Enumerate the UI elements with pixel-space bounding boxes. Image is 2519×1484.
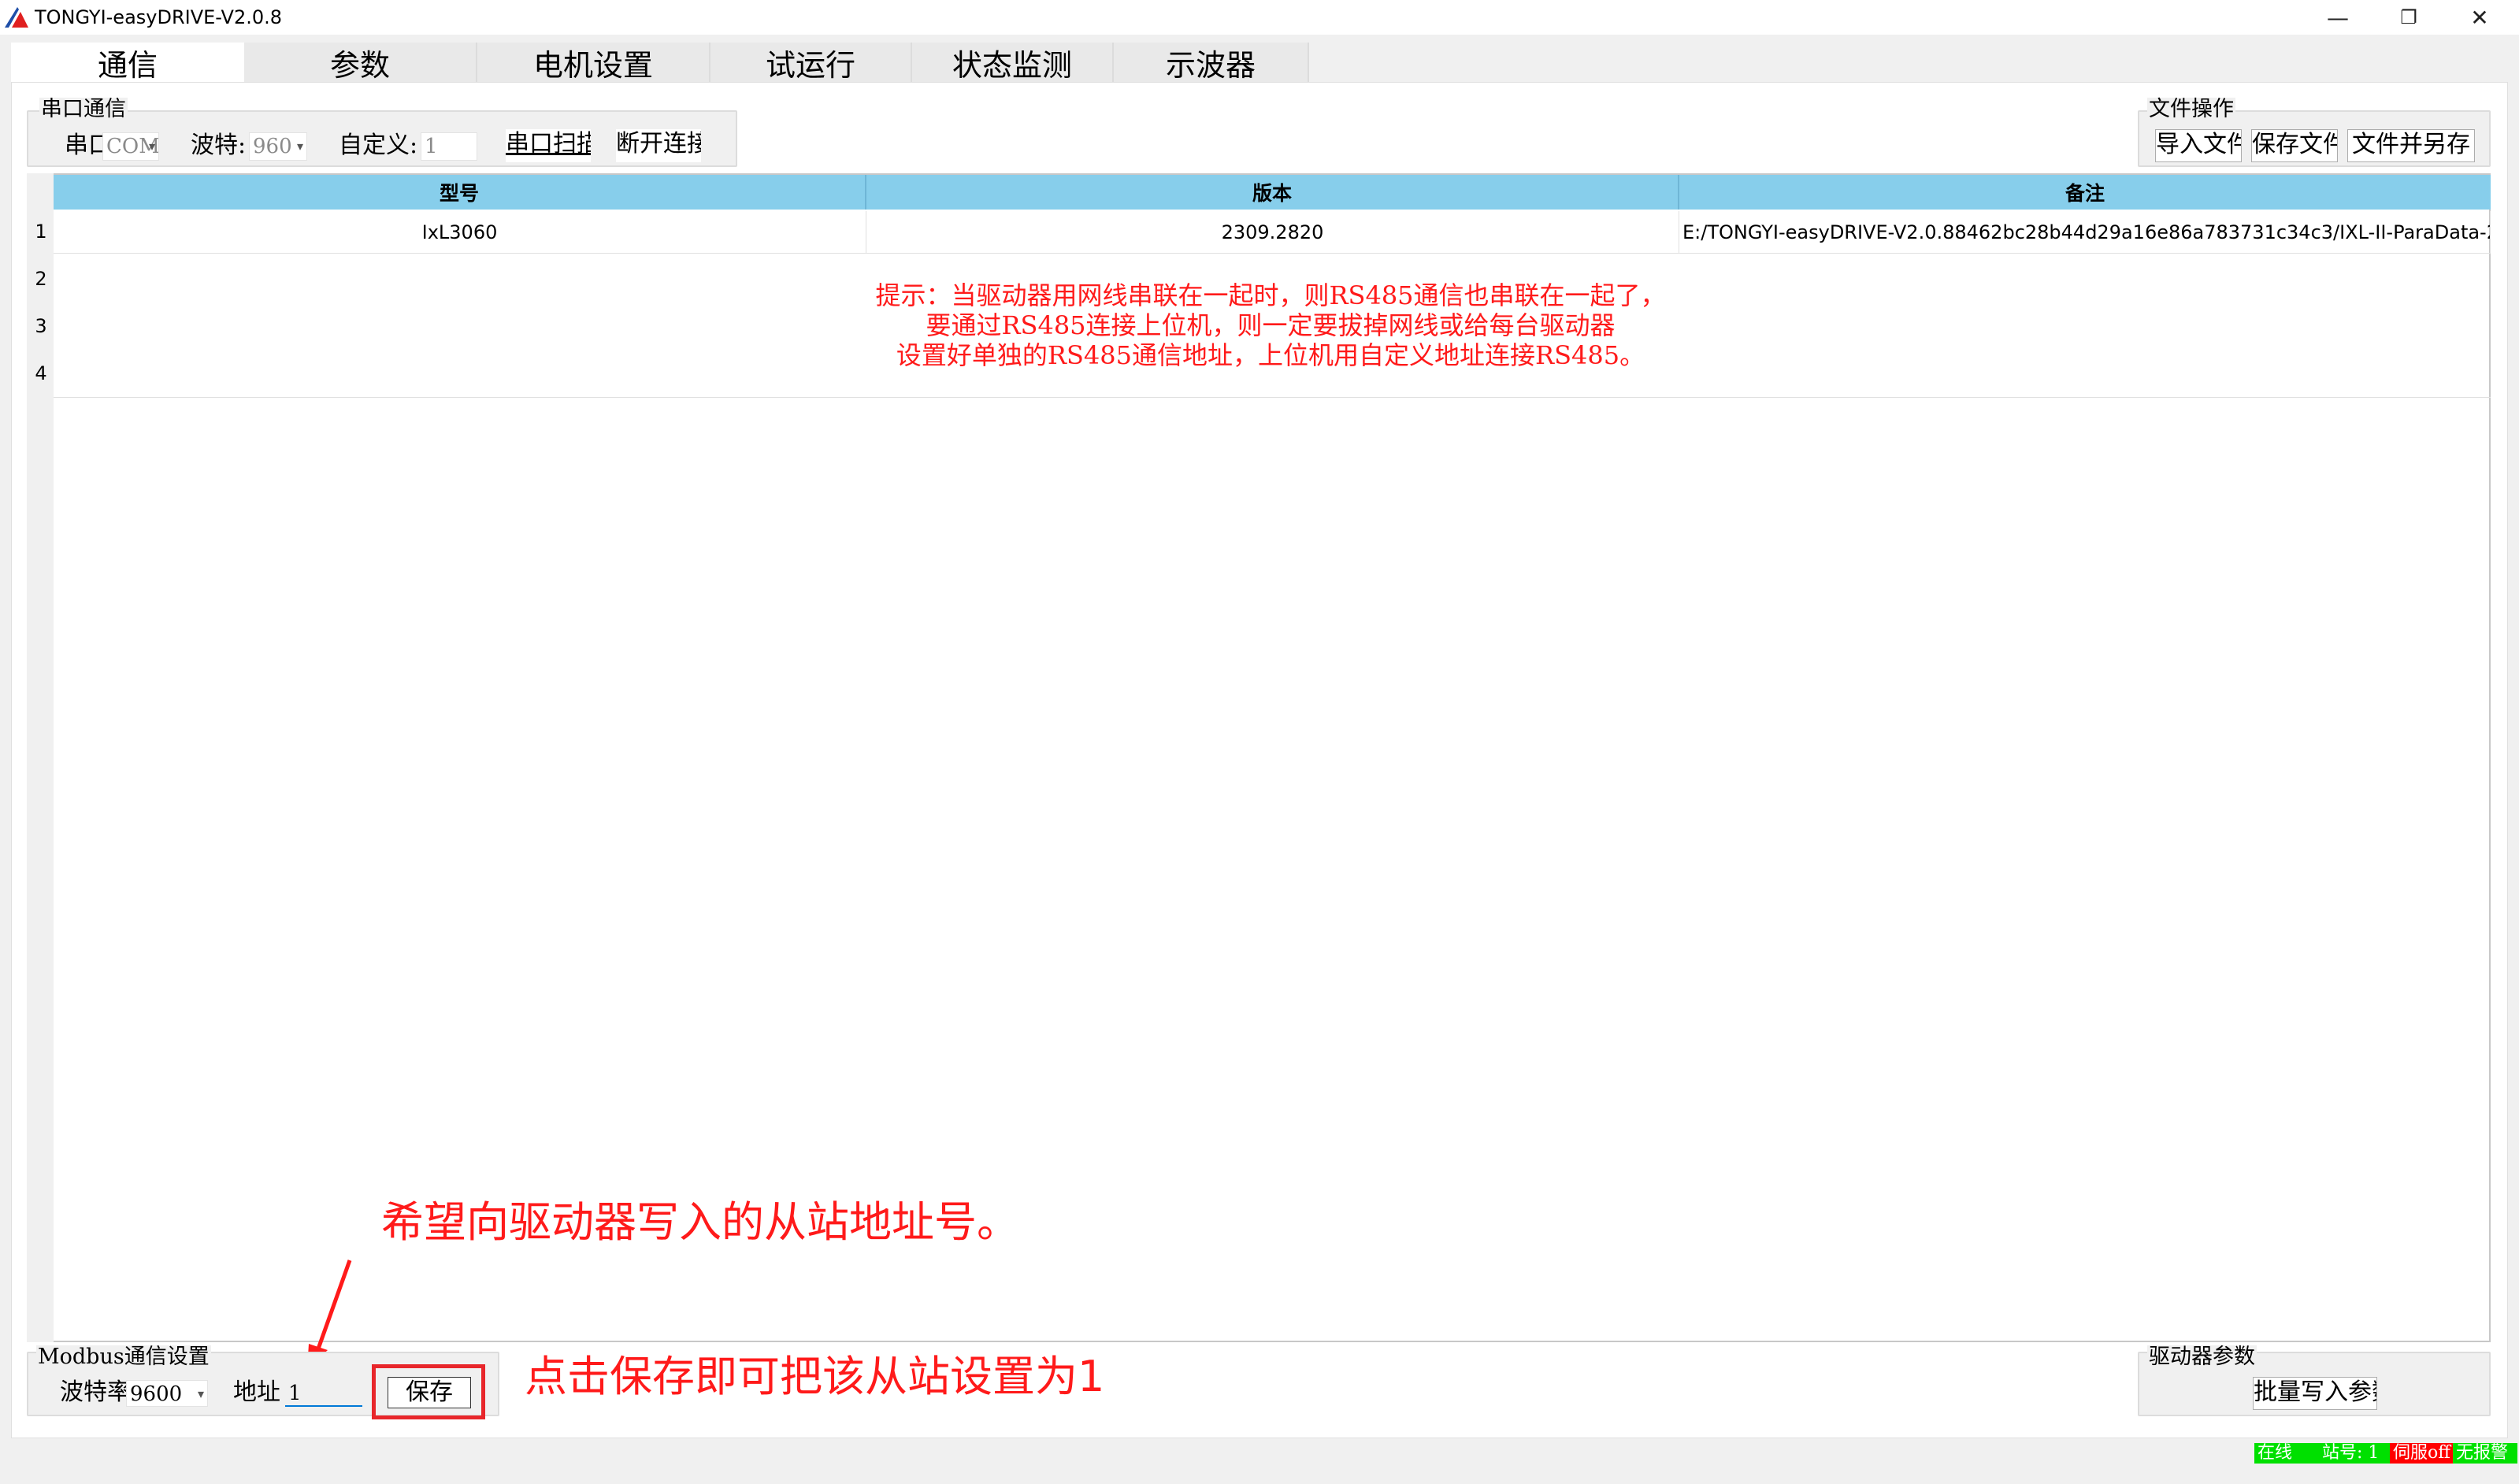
title-bar xyxy=(0,0,2519,35)
disconnect-button[interactable]: 断开连接 xyxy=(616,129,701,162)
app-logo-icon xyxy=(5,7,28,28)
save-file-button[interactable]: 保存文件 xyxy=(2251,129,2338,162)
cell-version[interactable]: 2309.2820 xyxy=(866,211,1679,254)
tab-communication[interactable]: 通信 xyxy=(11,43,244,83)
port-label: 串口 xyxy=(65,132,102,159)
modbus-address-input[interactable]: 1 xyxy=(285,1380,362,1407)
row-number: 3 xyxy=(35,315,47,337)
tab-parameters[interactable]: 参数 xyxy=(244,43,477,83)
file-group-title: 文件操作 xyxy=(2147,97,2235,121)
tab-oscilloscope[interactable]: 示波器 xyxy=(1114,43,1309,83)
custom-label: 自定义: xyxy=(339,132,418,159)
restore-button[interactable]: ❐ xyxy=(2371,0,2447,35)
modbus-baud-label: 波特率 xyxy=(60,1378,126,1406)
column-header-version[interactable]: 版本 xyxy=(866,175,1679,210)
hint-text: 提示：当驱动器用网线串联在一起时，则RS485通信也串联在一起了， 要通过RS4… xyxy=(54,280,2487,370)
chevron-down-icon: ▾ xyxy=(296,139,303,154)
row-number: 1 xyxy=(35,221,47,243)
hint-line-2: 要通过RS485连接上位机，则一定要拔掉网线或给每台驱动器 xyxy=(926,310,1616,340)
cell-model[interactable]: IxL3060 xyxy=(54,211,866,254)
tab-trial-run[interactable]: 试运行 xyxy=(710,43,912,83)
window-title: TONGYI-easyDRIVE-V2.0.8 xyxy=(35,6,283,28)
chevron-down-icon: ▾ xyxy=(148,139,155,154)
minimize-button[interactable]: — xyxy=(2300,0,2376,35)
modbus-address-label: 地址 xyxy=(233,1378,280,1406)
annotation-address-hint: 希望向驱动器写入的从站地址号。 xyxy=(381,1197,1019,1247)
cell-note[interactable]: E:/TONGYI-easyDRIVE-V2.0.88462bc28b44d29… xyxy=(1679,211,2491,254)
status-alarm: 无报警 xyxy=(2453,1443,2517,1464)
status-servo: 伺服off xyxy=(2390,1443,2453,1464)
baud-value: 960 xyxy=(253,135,292,158)
row-header-column xyxy=(27,173,54,1342)
port-select[interactable]: COM ▾ xyxy=(102,132,159,161)
baud-select[interactable]: 960 ▾ xyxy=(249,132,307,161)
serial-group-title: 串口通信 xyxy=(39,97,128,121)
import-file-button[interactable]: 导入文件 xyxy=(2155,129,2242,162)
chevron-down-icon: ▾ xyxy=(197,1386,204,1401)
modbus-save-button[interactable]: 保存 xyxy=(388,1377,471,1408)
driver-params-title: 驱动器参数 xyxy=(2147,1345,2257,1369)
modbus-baud-select[interactable]: 9600 ▾ xyxy=(126,1380,208,1407)
annotation-save-hint: 点击保存即可把该从站设置为1 xyxy=(525,1352,1105,1401)
status-online: 在线 xyxy=(2254,1443,2319,1464)
hint-line-3: 设置好单独的RS485通信地址，上位机用自定义地址连接RS485。 xyxy=(896,340,1645,370)
modbus-baud-value: 9600 xyxy=(130,1382,183,1406)
column-header-model[interactable]: 型号 xyxy=(54,175,866,210)
baud-label: 波特: xyxy=(191,132,247,159)
save-as-button[interactable]: 文件并另存 xyxy=(2347,129,2475,162)
row-divider xyxy=(54,397,2491,398)
port-scan-button[interactable]: 串口扫描 xyxy=(506,129,591,162)
close-button[interactable]: ✕ xyxy=(2442,0,2517,35)
tab-motor-settings[interactable]: 电机设置 xyxy=(477,43,710,83)
row-number: 4 xyxy=(35,362,47,384)
modbus-group-title: Modbus通信设置 xyxy=(36,1345,211,1369)
custom-address-input[interactable]: 1 xyxy=(421,132,477,161)
status-station: 站号: 1 xyxy=(2319,1443,2390,1464)
column-header-note[interactable]: 备注 xyxy=(1679,175,2491,210)
batch-write-button[interactable]: 批量写入参数 xyxy=(2253,1377,2377,1410)
row-number: 2 xyxy=(35,268,47,290)
hint-line-1: 提示：当驱动器用网线串联在一起时，则RS485通信也串联在一起了， xyxy=(875,280,1666,310)
tab-status-monitor[interactable]: 状态监测 xyxy=(912,43,1114,83)
